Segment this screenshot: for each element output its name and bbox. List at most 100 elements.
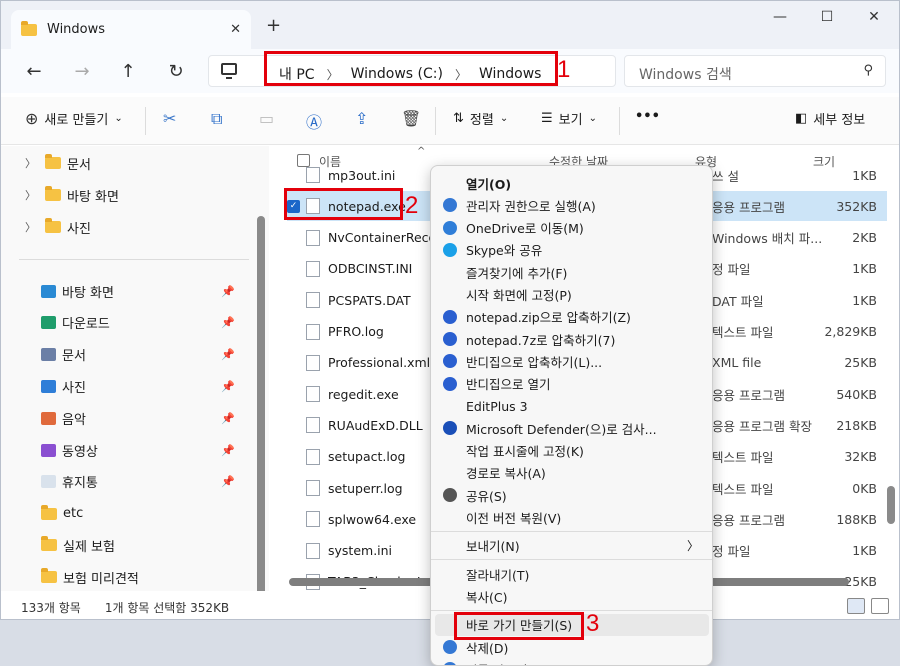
file-size: 32KB (844, 449, 877, 465)
sidebar-item[interactable]: etc (41, 499, 257, 529)
pin-icon[interactable]: 📌 (221, 285, 235, 298)
menu-item-label: 반디집으로 압축하기(L)... (466, 354, 603, 370)
sidebar-item[interactable]: 음악 📌 (41, 403, 257, 433)
menu-item-label: EditPlus 3 (466, 398, 528, 414)
context-menu-item[interactable]: 즐겨찾기에 추가(F) (435, 261, 709, 283)
pin-icon[interactable]: 📌 (221, 316, 235, 329)
tab-close-icon[interactable]: ✕ (230, 22, 241, 37)
pin-icon[interactable]: 📌 (221, 412, 235, 425)
search-input[interactable]: Windows 검색 ⚲ (624, 55, 886, 87)
share-icon[interactable]: ⇪ (355, 109, 368, 128)
menu-item-label: Microsoft Defender(으)로 검사... (466, 421, 657, 437)
callout-3: 3 (586, 610, 600, 637)
chevron-right-icon[interactable]: 〉 (25, 187, 39, 203)
context-menu-item[interactable]: notepad.zip으로 압축하기(Z) (435, 306, 709, 328)
context-menu-item[interactable]: 열기(O) (435, 172, 709, 194)
context-menu-item[interactable]: 경로로 복사(A) (435, 462, 709, 484)
sort-button[interactable]: ⇅ 정렬 ⌄ (453, 109, 508, 128)
tree-item-desktop[interactable]: 〉 바탕 화면 (25, 180, 119, 210)
context-menu-item[interactable]: 시작 화면에 고정(P) (435, 284, 709, 306)
rename-icon[interactable]: Ⓐ (306, 109, 322, 133)
vertical-scrollbar[interactable] (887, 486, 895, 524)
sidebar-item[interactable]: 사진 📌 (41, 371, 257, 401)
file-size: 1KB (852, 292, 877, 308)
minimize-button[interactable]: — (757, 9, 803, 25)
sort-label: 정렬 (469, 113, 494, 128)
sidebar-item[interactable]: 바탕 화면 📌 (41, 276, 257, 306)
chevron-right-icon[interactable]: 〉 (25, 219, 39, 235)
file-type: Windows 배치 파... (712, 231, 823, 247)
folder-icon (41, 348, 56, 362)
sidebar-item[interactable]: 문서 📌 (41, 340, 257, 370)
sidebar-item[interactable]: 보험 미리견적 (41, 562, 257, 591)
sidebar-item-label: 문서 (62, 349, 86, 365)
divider (19, 259, 249, 260)
tab-windows[interactable]: Windows ✕ (11, 10, 251, 49)
context-menu-item[interactable]: OneDrive로 이동(M) (435, 217, 709, 239)
file-size: 2KB (852, 230, 877, 246)
back-icon[interactable]: ← (19, 57, 49, 87)
context-menu-item[interactable]: 작업 표시줄에 고정(K) (435, 440, 709, 462)
context-menu-item[interactable]: 복사(C) (435, 585, 709, 607)
sidebar-item[interactable]: 실제 보험 (41, 530, 257, 560)
view-button[interactable]: ☰ 보기 ⌄ (541, 109, 597, 128)
details-pane-button[interactable]: ◧ 세부 정보 (795, 109, 865, 128)
tree-item-documents[interactable]: 〉 문서 (25, 148, 91, 178)
folder-icon (45, 218, 61, 233)
context-menu-item[interactable]: 반디집으로 열기 (435, 373, 709, 395)
file-icon (306, 167, 320, 183)
callout-1: 1 (557, 56, 571, 83)
sidebar-item[interactable]: 휴지통 📌 (41, 467, 257, 497)
up-icon[interactable]: ↑ (113, 57, 143, 87)
chevron-right-icon[interactable]: 〉 (25, 155, 39, 171)
context-menu-item[interactable]: 이전 버전 복원(V) (435, 507, 709, 529)
command-bar: ⊕ 새로 만들기 ⌄ ✂ ⧉ ▭ Ⓐ ⇪ 🗑 ⇅ 정렬 ⌄ ☰ 보기 ⌄ •••… (1, 97, 899, 145)
pin-icon[interactable]: 📌 (221, 444, 235, 457)
tree-item-pictures[interactable]: 〉 사진 (25, 212, 91, 242)
bandizip-icon (443, 309, 457, 324)
new-button[interactable]: ⊕ 새로 만들기 ⌄ (25, 109, 123, 128)
folder-icon (21, 20, 37, 36)
context-menu-item[interactable]: 공유(S) (435, 484, 709, 506)
refresh-icon[interactable]: ↻ (161, 57, 191, 87)
copy-icon[interactable]: ⧉ (211, 109, 222, 129)
menu-item-label: 즐겨찾기에 추가(F) (466, 265, 568, 281)
maximize-button[interactable]: ☐ (804, 9, 850, 25)
pin-icon[interactable]: 📌 (221, 380, 235, 393)
forward-icon[interactable]: → (67, 57, 97, 87)
file-icon (306, 260, 320, 277)
file-type: 응용 프로그램 확장 (712, 418, 812, 434)
sidebar-item[interactable]: 동영상 📌 (41, 435, 257, 465)
tiles-view-icon[interactable] (871, 598, 889, 614)
context-menu-item[interactable]: Microsoft Defender(으)로 검사... (435, 417, 709, 439)
context-menu-item[interactable]: 반디집으로 압축하기(L)... (435, 350, 709, 372)
delete-icon[interactable]: 🗑 (401, 109, 421, 128)
details-view-icon[interactable] (847, 598, 865, 614)
file-icon (306, 511, 320, 528)
context-menu-item[interactable]: Skype와 공유 (435, 239, 709, 261)
context-menu-item[interactable]: 관리자 권한으로 실행(A) (435, 194, 709, 216)
folder-icon (41, 316, 56, 330)
context-menu-item[interactable]: 보내기(N) 〉 (435, 535, 709, 557)
pin-icon[interactable]: 📌 (221, 348, 235, 361)
details-icon: ◧ (795, 111, 808, 126)
paste-icon[interactable]: ▭ (259, 109, 274, 128)
context-menu-item[interactable]: EditPlus 3 (435, 395, 709, 417)
cut-icon[interactable]: ✂ (163, 109, 176, 128)
pin-icon[interactable]: 📌 (221, 475, 235, 488)
sidebar-item[interactable]: 다운로드 📌 (41, 308, 257, 338)
sidebar-scrollbar[interactable] (257, 216, 265, 591)
file-size: 1KB (852, 167, 877, 183)
close-button[interactable]: ✕ (851, 9, 897, 25)
file-type: 텍스트 파일 (712, 325, 774, 340)
sidebar-item-label: 휴지통 (62, 476, 98, 492)
menu-divider (431, 530, 712, 532)
file-icon (306, 229, 320, 246)
more-options-button[interactable]: ••• (635, 109, 660, 124)
new-tab-button[interactable]: + (266, 15, 281, 36)
context-menu-item[interactable]: 이름 바꾸기(M) (435, 658, 709, 665)
menu-item-label: 작업 표시줄에 고정(K) (466, 444, 584, 460)
context-menu-item[interactable]: 잘라내기(T) (435, 563, 709, 585)
sidebar-item-label: 보험 미리견적 (63, 571, 139, 587)
context-menu-item[interactable]: notepad.7z로 압축하기(7) (435, 328, 709, 350)
